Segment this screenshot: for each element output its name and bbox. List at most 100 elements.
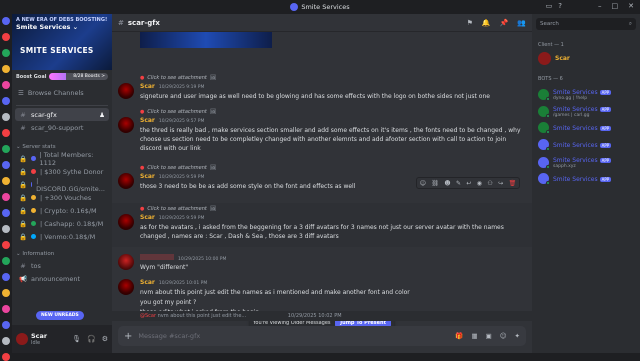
plus-icon[interactable]: + bbox=[124, 331, 132, 342]
channel-scar-support[interactable]: # scar_90-support bbox=[15, 121, 109, 134]
server-icon[interactable] bbox=[2, 225, 10, 233]
category-information[interactable]: ⌄ Information bbox=[12, 247, 112, 259]
server-icon[interactable] bbox=[2, 193, 10, 201]
stat-channel[interactable]: 🔒 | Cashapp: 0.18$/M bbox=[15, 217, 109, 230]
search-input[interactable]: Search ⌕ bbox=[536, 18, 636, 30]
message-header: 10/29/2025 10:00 PM bbox=[140, 254, 226, 262]
help-icon[interactable]: ? bbox=[558, 2, 562, 10]
server-icon[interactable] bbox=[2, 321, 10, 329]
server-icon[interactable] bbox=[2, 65, 10, 73]
channel-tos[interactable]: # tos bbox=[15, 259, 109, 272]
gif-icon[interactable]: ▦ bbox=[471, 332, 477, 340]
member-item[interactable]: Smite Services APP bbox=[538, 122, 612, 134]
members-icon[interactable]: 👥 bbox=[517, 19, 526, 27]
author-name[interactable]: Scar bbox=[140, 214, 155, 221]
headphones-icon[interactable]: 🎧 bbox=[87, 335, 96, 343]
reply-context-bar[interactable]: @Scar nvm about this point just edit the… bbox=[112, 311, 532, 321]
reply-preview[interactable]: ● Click to see attachment 🖼 bbox=[140, 165, 216, 171]
link-icon[interactable]: ⛓ bbox=[431, 180, 439, 187]
stat-channel[interactable]: 🔒 | Crypto: 0.16$/M bbox=[15, 204, 109, 217]
avatar bbox=[538, 106, 550, 118]
member-item[interactable]: Smite Services APP dyno.gg | !help bbox=[538, 88, 612, 101]
avatar[interactable] bbox=[118, 254, 134, 270]
minimize-icon[interactable]: – bbox=[598, 2, 602, 10]
emoji-icon[interactable]: ☻ bbox=[444, 180, 450, 187]
maximize-icon[interactable]: □ bbox=[612, 2, 619, 10]
reaction-icon[interactable]: ☺ bbox=[420, 180, 426, 187]
server-name[interactable]: Smite Services ⌄ bbox=[16, 23, 78, 31]
reply-preview[interactable]: ● Click to see attachment 🖼 bbox=[140, 109, 216, 115]
server-icon[interactable] bbox=[2, 209, 10, 217]
apps-icon[interactable]: ✦ bbox=[515, 332, 520, 340]
server-icon[interactable] bbox=[2, 353, 10, 361]
author-name[interactable]: Scar bbox=[140, 173, 155, 180]
member-item[interactable]: Smite Services APP/games | carl.gg bbox=[538, 105, 612, 118]
server-icon[interactable] bbox=[2, 161, 10, 169]
channel-announcement[interactable]: 📢 announcement bbox=[15, 272, 109, 285]
server-icon[interactable] bbox=[2, 337, 10, 345]
server-icon[interactable] bbox=[2, 289, 10, 297]
avatar[interactable] bbox=[118, 117, 134, 133]
edit-icon[interactable]: ✎ bbox=[456, 180, 461, 187]
server-icon[interactable] bbox=[2, 49, 10, 57]
forward-icon[interactable]: ↪ bbox=[498, 180, 503, 187]
threads-icon[interactable]: ⚑ bbox=[467, 19, 473, 27]
server-banner[interactable]: A NEW ERA OF DEBS BOOSTING! Smite Servic… bbox=[12, 14, 112, 70]
author-name[interactable]: Scar bbox=[140, 279, 155, 286]
server-icon[interactable] bbox=[2, 257, 10, 265]
gift-icon[interactable]: 🎁 bbox=[455, 332, 463, 340]
author-name[interactable] bbox=[140, 254, 174, 260]
server-icon[interactable] bbox=[2, 81, 10, 89]
pin-icon[interactable]: 📌 bbox=[500, 19, 509, 27]
server-icon[interactable] bbox=[2, 17, 10, 25]
avatar[interactable] bbox=[118, 173, 134, 189]
stat-channel[interactable]: 🔒 | DISCORD.GG/smite... bbox=[15, 176, 109, 193]
thread-icon[interactable]: ⚇ bbox=[487, 180, 492, 187]
boost-goal[interactable]: Boost Goal 8/28 Boosts > bbox=[12, 70, 112, 83]
server-icon[interactable] bbox=[2, 273, 10, 281]
add-member-icon[interactable]: ♟ bbox=[99, 111, 105, 119]
trash-icon[interactable]: 🗑 bbox=[509, 180, 517, 187]
server-icon[interactable] bbox=[2, 113, 10, 121]
avatar[interactable] bbox=[118, 279, 134, 295]
hashtag-icon: # bbox=[20, 110, 26, 119]
gear-icon[interactable]: ⚙ bbox=[102, 335, 108, 343]
server-icon[interactable] bbox=[2, 241, 10, 249]
server-icon[interactable] bbox=[2, 177, 10, 185]
pin-icon[interactable]: ◉ bbox=[477, 180, 482, 187]
bell-icon[interactable]: 🔔 bbox=[482, 19, 491, 27]
server-icon[interactable] bbox=[2, 129, 10, 137]
close-icon[interactable]: ✕ bbox=[628, 2, 634, 10]
avatar[interactable] bbox=[118, 83, 134, 99]
emoji-icon[interactable]: ☺ bbox=[500, 332, 507, 340]
server-icon[interactable] bbox=[2, 305, 10, 313]
inbox-icon[interactable]: ▭ bbox=[546, 2, 553, 10]
channel-scar-gfx[interactable]: # scar-gfx ♟ bbox=[15, 108, 109, 121]
member-item[interactable]: Smite Services APP sapph.xyz bbox=[538, 156, 612, 169]
stat-channel[interactable]: 🔒 | Total Members: 1112 bbox=[15, 151, 109, 167]
server-icon[interactable] bbox=[2, 97, 10, 105]
author-name[interactable]: Scar bbox=[140, 117, 155, 124]
microphone-icon[interactable]: 🎙 bbox=[72, 335, 81, 343]
author-name[interactable]: Scar bbox=[140, 83, 155, 90]
app-badge: APP bbox=[599, 158, 612, 163]
channel-label: | DISCORD.GG/smite... bbox=[36, 176, 105, 193]
message-input[interactable]: Message #scar-gfx bbox=[138, 332, 200, 340]
member-item[interactable]: Smite Services APP bbox=[538, 173, 612, 185]
image-attachment[interactable] bbox=[140, 32, 272, 48]
stat-channel[interactable]: 🔒 | Venmo:0.18$/M bbox=[15, 230, 109, 243]
stat-channel[interactable]: 🔒 | +300 Vouches bbox=[15, 191, 109, 204]
reply-preview[interactable]: ● Click to see attachment 🖼 bbox=[140, 206, 216, 212]
reply-icon[interactable]: ↩ bbox=[466, 180, 471, 187]
avatar[interactable] bbox=[118, 214, 134, 230]
member-item[interactable]: Smite Services APP bbox=[538, 139, 612, 151]
new-unreads-pill[interactable]: NEW UNREADS bbox=[36, 311, 84, 320]
avatar[interactable] bbox=[16, 333, 28, 345]
sticker-icon[interactable]: ▣ bbox=[486, 332, 492, 340]
browse-channels[interactable]: ☰ Browse Channels bbox=[12, 83, 112, 103]
member-item[interactable]: Scar bbox=[538, 52, 570, 65]
server-icon[interactable] bbox=[2, 33, 10, 41]
reply-preview[interactable]: ● Click to see attachment 🖼 bbox=[140, 75, 216, 81]
banner-brand: SMITE SERVICES bbox=[20, 46, 94, 55]
server-icon[interactable] bbox=[2, 145, 10, 153]
